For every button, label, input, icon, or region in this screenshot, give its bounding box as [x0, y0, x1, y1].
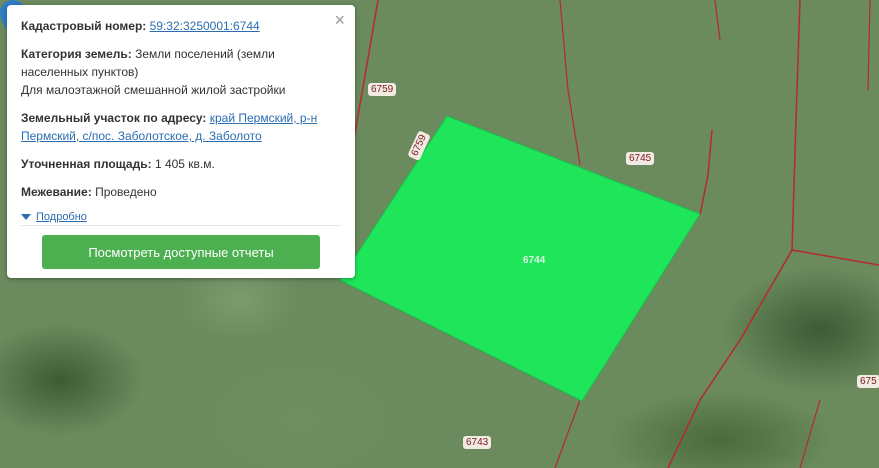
cadastral-number-label: Кадастровый номер:: [21, 19, 147, 33]
land-category-value: Земли поселений (земли: [135, 47, 275, 61]
close-icon[interactable]: ×: [334, 10, 345, 30]
area-value: 1 405 кв.м.: [154, 157, 215, 171]
land-category-value: населенных пунктов): [21, 65, 139, 79]
parcel-number-label: 675: [857, 375, 879, 388]
view-reports-button[interactable]: Посмотреть доступные отчеты: [42, 235, 320, 269]
divider: [21, 225, 341, 226]
cadastral-number-link[interactable]: 59:32:3250001:6744: [150, 19, 260, 33]
more-details-link[interactable]: Подробно: [21, 211, 341, 223]
address-link[interactable]: край Пермский, р-н: [210, 111, 317, 125]
cadastral-number-row: Кадастровый номер: 59:32:3250001:6744: [21, 17, 341, 35]
parcel-number-label: 6743: [463, 436, 492, 449]
land-use-value: Для малоэтажной смешанной жилой застройк…: [21, 83, 286, 97]
boundary-line: [559, 0, 581, 166]
boundary-line: [867, 0, 871, 91]
area-label: Уточненная площадь:: [21, 157, 152, 171]
area-row: Уточненная площадь: 1 405 кв.м.: [21, 155, 341, 173]
survey-label: Межевание:: [21, 185, 92, 199]
parcel-number-label: 6745: [626, 152, 655, 165]
more-details-label: Подробно: [36, 211, 87, 223]
boundary-line: [699, 129, 713, 216]
boundary-line: [799, 399, 821, 468]
survey-row: Межевание: Проведено: [21, 183, 341, 201]
chevron-down-icon: [21, 214, 31, 220]
parcel-info-popup: × Кадастровый номер: 59:32:3250001:6744 …: [7, 5, 355, 278]
selected-parcel-number: 6744: [523, 255, 546, 266]
parcel-number-label: 6759: [368, 83, 397, 96]
address-row: Земельный участок по адресу: край Пермск…: [21, 109, 341, 145]
land-category-row: Категория земель: Земли поселений (земли…: [21, 45, 341, 99]
address-label: Земельный участок по адресу:: [21, 111, 207, 125]
boundary-line: [714, 0, 721, 41]
address-link[interactable]: Пермский, с/пос. Заболотское, д. Заболот…: [21, 129, 262, 143]
boundary-line: [791, 249, 879, 266]
survey-value: Проведено: [95, 185, 157, 199]
boundary-line: [554, 399, 581, 468]
boundary-line: [351, 0, 379, 151]
land-category-label: Категория земель:: [21, 47, 132, 61]
